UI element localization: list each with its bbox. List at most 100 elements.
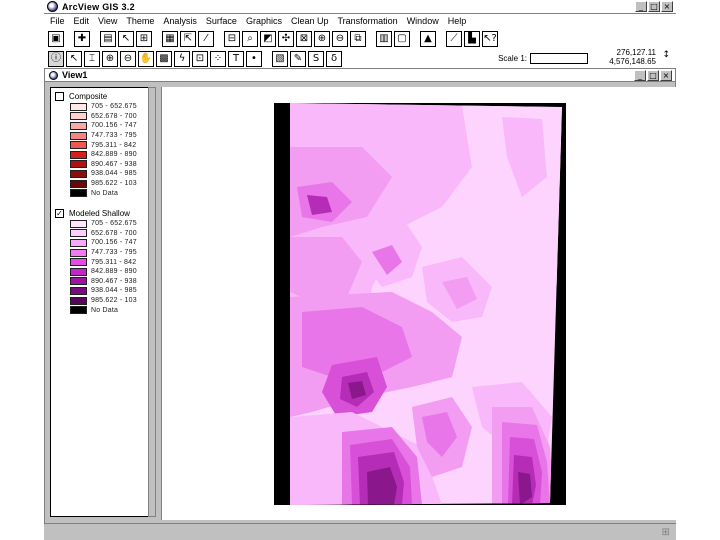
view-title-bar: View1 _ □ ×: [45, 69, 675, 82]
select-features-icon[interactable]: ▥: [376, 30, 392, 47]
menu-window[interactable]: Window: [407, 16, 439, 26]
locate-icon[interactable]: ◩: [260, 30, 276, 47]
select-icon[interactable]: ↖: [118, 30, 134, 47]
legend-range-label: 890.467 - 938: [91, 160, 137, 168]
legend-class-row: 795.311 - 842: [70, 257, 137, 267]
legend-swatch: [70, 189, 87, 198]
arcview-globe-icon[interactable]: [47, 1, 58, 12]
map-right-edge: [672, 87, 676, 520]
layer-composite[interactable]: Composite 705 - 652.675 652.678 - 700 700.…: [55, 91, 137, 198]
zoom-extent-icon[interactable]: ⊞: [136, 30, 152, 47]
view-close-button[interactable]: ×: [660, 70, 672, 81]
coordinate-readout: 276,127.11 4,576,148.65: [609, 48, 656, 66]
legend-swatch: [70, 267, 87, 276]
legend-class-row: 700.156 - 747: [70, 121, 137, 131]
arrow-up-down-icon: ↕: [662, 50, 670, 60]
legend-range-label: 938.044 - 985: [91, 170, 137, 178]
legend-class-row: No Data: [70, 188, 137, 198]
legend-swatch: [70, 258, 87, 267]
hotlink-icon[interactable]: ϟ: [174, 50, 190, 67]
measure-icon[interactable]: ▩: [156, 50, 172, 67]
menu-help[interactable]: Help: [448, 16, 467, 26]
resize-grip-icon[interactable]: ⊞: [662, 527, 670, 538]
area-select-icon[interactable]: ⊡: [192, 50, 208, 67]
spot-icon[interactable]: δ: [326, 50, 342, 67]
vertex-edit-icon[interactable]: ⌶: [84, 50, 100, 67]
menu-transformation[interactable]: Transformation: [338, 16, 398, 26]
menu-view[interactable]: View: [98, 16, 117, 26]
draw-point-icon[interactable]: •: [246, 50, 262, 67]
legend-swatch: [70, 277, 87, 286]
layout-icon[interactable]: ▙: [464, 30, 480, 47]
legend-range-label: 890.467 - 938: [91, 277, 137, 285]
scale-input[interactable]: [530, 53, 588, 64]
close-button[interactable]: ×: [661, 1, 673, 12]
zoom-out-tool-icon[interactable]: ⊖: [120, 50, 136, 67]
identify-icon[interactable]: ⓘ: [48, 50, 64, 67]
help-arrow-icon[interactable]: ⟋: [446, 30, 462, 47]
find-icon[interactable]: ⌕: [242, 30, 258, 47]
pan-tool-icon[interactable]: ✋: [138, 50, 154, 67]
add-theme-icon[interactable]: ✚: [74, 30, 90, 47]
legend-class-row: 795.311 - 842: [70, 140, 137, 150]
label-icon[interactable]: ⁘: [210, 50, 226, 67]
legend-swatch: [70, 229, 87, 238]
query-builder-icon[interactable]: ✣: [278, 30, 294, 47]
legend-class-row: 705 - 652.675: [70, 219, 137, 229]
menu-theme[interactable]: Theme: [126, 16, 154, 26]
menu-edit[interactable]: Edit: [74, 16, 90, 26]
zoom-in-icon[interactable]: ⊕: [314, 30, 330, 47]
legend-class-row: 747.733 - 795: [70, 248, 137, 258]
legend-range-label: 985.622 - 103: [91, 180, 137, 188]
clear-selection-icon[interactable]: ▢: [394, 30, 410, 47]
pointer-icon[interactable]: ↖: [66, 50, 82, 67]
legend-range-label: 747.733 - 795: [91, 132, 137, 140]
layer-modeled-shallow[interactable]: ✓ Modeled Shallow 705 - 652.675 652.678 -…: [55, 208, 137, 315]
minimize-button[interactable]: _: [635, 1, 647, 12]
legend-class-row: 747.733 - 795: [70, 131, 137, 141]
toc-scrollbar[interactable]: [148, 87, 156, 517]
view-maximize-button[interactable]: □: [647, 70, 659, 81]
text-icon[interactable]: T: [228, 50, 244, 67]
zoom-in-tool-icon[interactable]: ⊕: [102, 50, 118, 67]
legend-range-label: 985.622 - 103: [91, 297, 137, 305]
menu-graphics[interactable]: Graphics: [246, 16, 282, 26]
legend-range-label: 652.678 - 700: [91, 229, 137, 237]
menu-file[interactable]: File: [50, 16, 65, 26]
legend-class-row: 938.044 - 985: [70, 169, 137, 179]
maximize-button[interactable]: □: [648, 1, 660, 12]
legend-swatch: [70, 248, 87, 257]
view-globe-icon[interactable]: [49, 70, 58, 80]
view-minimize-button[interactable]: _: [634, 70, 646, 81]
raster-surface: [290, 103, 562, 505]
slope-icon[interactable]: S: [308, 50, 324, 67]
legend-range-label: 842.889 - 890: [91, 151, 137, 159]
legend-swatch: [70, 150, 87, 159]
menu-bar: File Edit View Theme Analysis Surface Gr…: [44, 14, 676, 28]
legend-class-row: 652.678 - 700: [70, 229, 137, 239]
layer-visibility-checkbox[interactable]: ✓: [55, 209, 64, 218]
save-icon[interactable]: ▣: [48, 30, 64, 47]
contour-icon[interactable]: ▧: [272, 50, 288, 67]
layer-visibility-checkbox[interactable]: [55, 92, 64, 101]
query-icon[interactable]: ▦: [162, 30, 178, 47]
properties-icon[interactable]: ▤: [100, 30, 116, 47]
profile-icon[interactable]: ✎: [290, 50, 306, 67]
zoom-previous-icon[interactable]: ⧉: [350, 30, 366, 47]
legend-range-label: 938.044 - 985: [91, 287, 137, 295]
pan-icon[interactable]: ⇱: [180, 30, 196, 47]
edit-legend-icon[interactable]: ⁄: [198, 30, 214, 47]
menu-clean-up[interactable]: Clean Up: [291, 16, 329, 26]
map-display[interactable]: [161, 87, 675, 520]
menu-surface[interactable]: Surface: [206, 16, 237, 26]
histogram-icon[interactable]: ▲: [420, 30, 436, 47]
zoom-out-icon[interactable]: ⊖: [332, 30, 348, 47]
legend-class-row: 890.467 - 938: [70, 277, 137, 287]
legend-class-row: 652.678 - 700: [70, 112, 137, 122]
table-of-contents: Composite 705 - 652.675 652.678 - 700 700.…: [50, 87, 149, 517]
menu-analysis[interactable]: Analysis: [163, 16, 197, 26]
legend-range-label: 795.311 - 842: [91, 141, 137, 149]
open-table-icon[interactable]: ⊟: [224, 30, 240, 47]
help-icon[interactable]: ↖?: [482, 30, 498, 47]
zoom-selected-icon[interactable]: ⊠: [296, 30, 312, 47]
